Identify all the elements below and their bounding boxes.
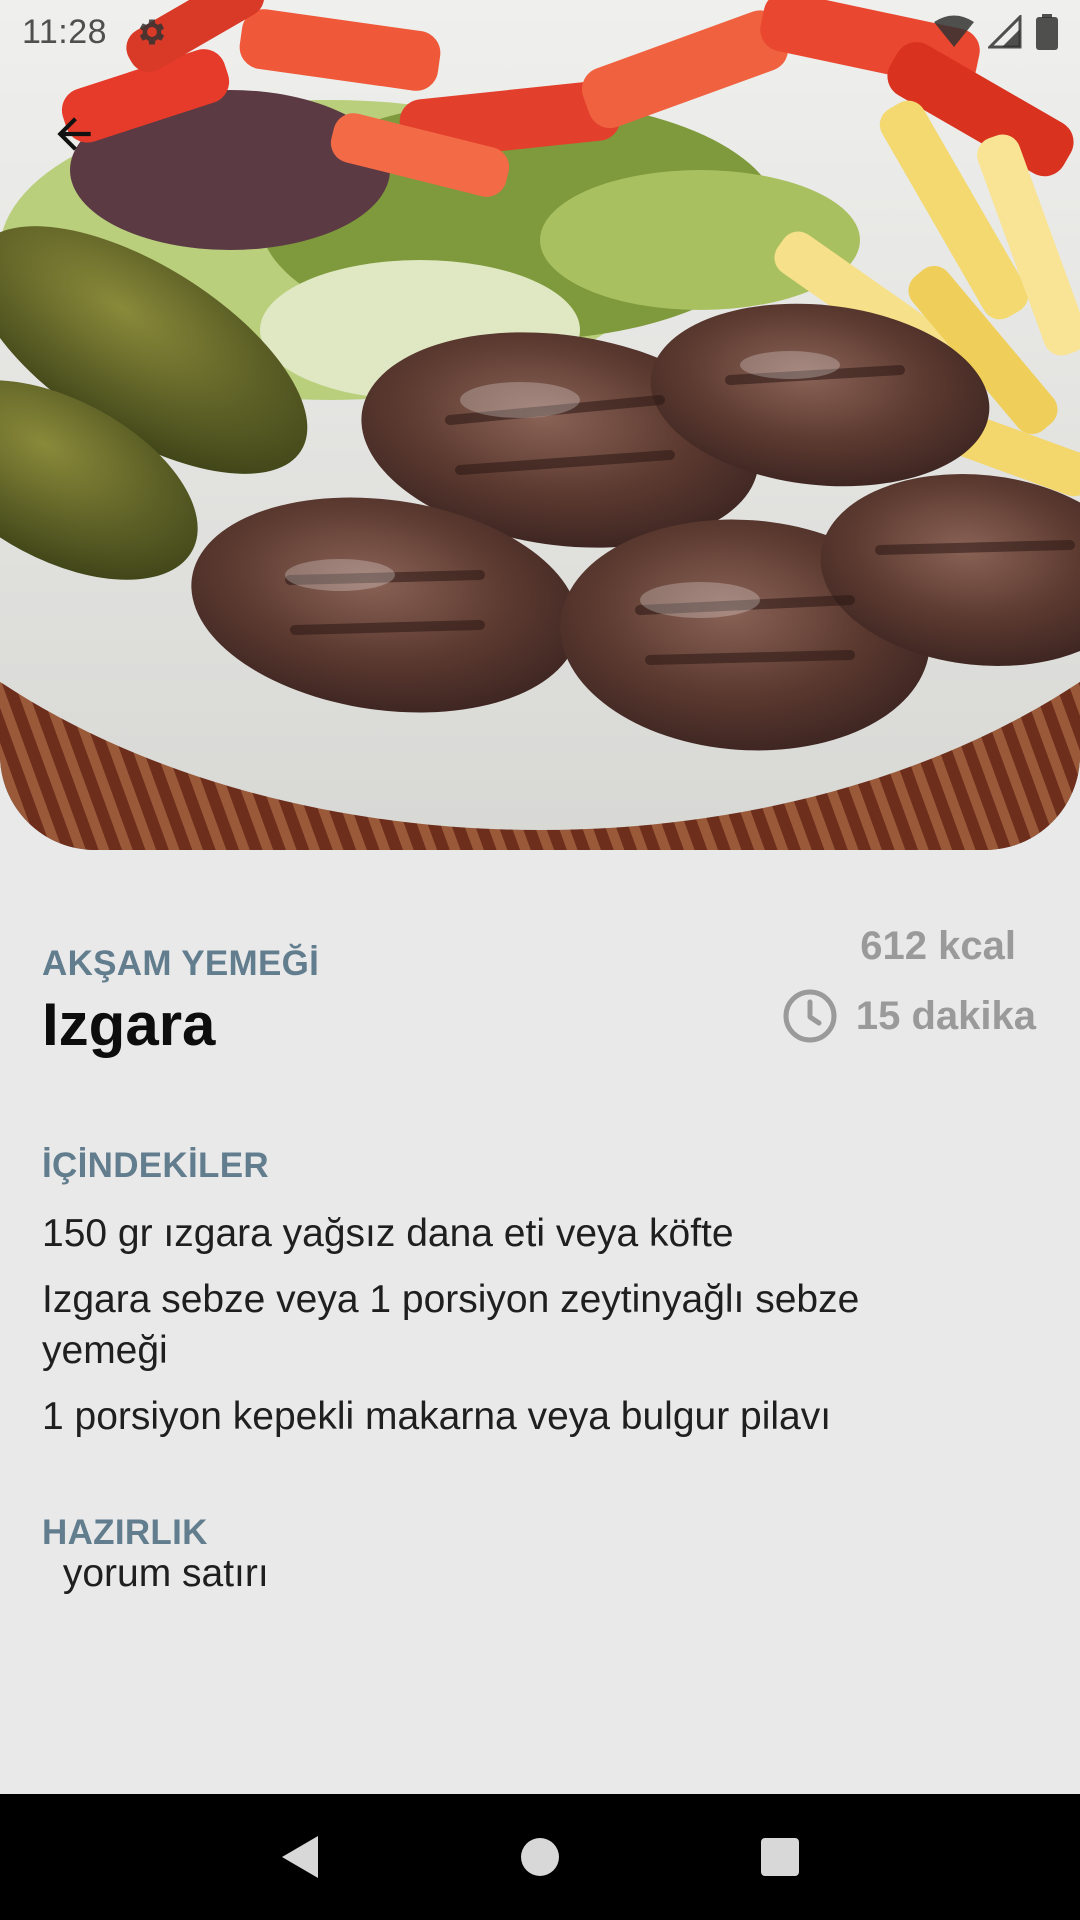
nav-home-button[interactable] — [500, 1817, 580, 1897]
recipe-title: Izgara — [42, 991, 216, 1058]
arrow-back-icon — [57, 117, 91, 151]
ingredient-item: Izgara sebze veya 1 porsiyon zeytinyağlı… — [42, 1278, 860, 1372]
recipe-duration: 15 dakika — [782, 988, 1036, 1044]
preparation-text: yorum satırı — [52, 1552, 269, 1595]
recipe-category: AKŞAM YEMEĞİ — [42, 944, 320, 983]
nav-back-button[interactable] — [260, 1817, 340, 1897]
preparation-heading: HAZIRLIK — [42, 1513, 208, 1552]
ingredients-heading: İÇİNDEKİLER — [42, 1146, 269, 1185]
system-navigation-bar — [0, 1794, 1080, 1920]
recipe-calories: 612 kcal — [860, 924, 1016, 968]
nav-recents-icon — [761, 1838, 799, 1876]
battery-icon — [1036, 14, 1058, 50]
nav-home-icon — [521, 1838, 559, 1876]
wifi-icon — [934, 15, 974, 47]
status-bar: 11:28 — [0, 0, 1080, 64]
nav-back-icon — [282, 1836, 318, 1878]
nav-recents-button[interactable] — [740, 1817, 820, 1897]
ingredient-item: 150 gr ızgara yağsız dana eti veya köfte — [42, 1212, 734, 1255]
cellular-signal-icon — [988, 15, 1022, 49]
hero-food-image — [0, 0, 1080, 850]
clock-icon — [783, 989, 837, 1043]
status-time: 11:28 — [22, 12, 108, 51]
back-button[interactable] — [38, 98, 110, 170]
ingredient-item: 1 porsiyon kepekli makarna veya bulgur p… — [42, 1395, 832, 1438]
recipe-duration-text: 15 dakika — [855, 993, 1036, 1038]
settings-gear-icon — [139, 19, 165, 45]
ingredients-list: 150 gr ızgara yağsız dana eti veya köfte… — [42, 1208, 972, 1457]
